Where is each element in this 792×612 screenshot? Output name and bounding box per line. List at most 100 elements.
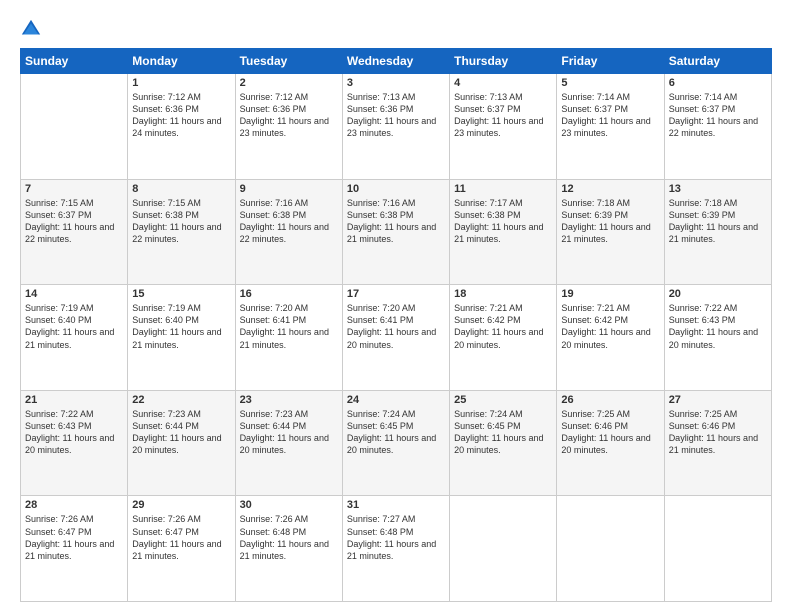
- day-info: Sunrise: 7:13 AMSunset: 6:36 PMDaylight:…: [347, 91, 445, 140]
- calendar-cell: 13 Sunrise: 7:18 AMSunset: 6:39 PMDayligh…: [664, 179, 771, 285]
- calendar-cell: 22 Sunrise: 7:23 AMSunset: 6:44 PMDayligh…: [128, 390, 235, 496]
- calendar-cell: 15 Sunrise: 7:19 AMSunset: 6:40 PMDayligh…: [128, 285, 235, 391]
- day-number: 16: [240, 288, 338, 300]
- calendar-cell: 28 Sunrise: 7:26 AMSunset: 6:47 PMDayligh…: [21, 496, 128, 602]
- day-info: Sunrise: 7:22 AMSunset: 6:43 PMDaylight:…: [669, 302, 767, 351]
- day-number: 30: [240, 499, 338, 511]
- day-number: 11: [454, 183, 552, 195]
- day-number: 12: [561, 183, 659, 195]
- calendar-cell: 11 Sunrise: 7:17 AMSunset: 6:38 PMDayligh…: [450, 179, 557, 285]
- calendar-day-header: Tuesday: [235, 49, 342, 74]
- day-info: Sunrise: 7:17 AMSunset: 6:38 PMDaylight:…: [454, 197, 552, 246]
- day-info: Sunrise: 7:23 AMSunset: 6:44 PMDaylight:…: [240, 408, 338, 457]
- page: SundayMondayTuesdayWednesdayThursdayFrid…: [0, 0, 792, 612]
- day-number: 5: [561, 77, 659, 89]
- calendar-cell: 25 Sunrise: 7:24 AMSunset: 6:45 PMDayligh…: [450, 390, 557, 496]
- day-info: Sunrise: 7:26 AMSunset: 6:47 PMDaylight:…: [132, 513, 230, 562]
- calendar-table: SundayMondayTuesdayWednesdayThursdayFrid…: [20, 48, 772, 602]
- calendar-cell: 31 Sunrise: 7:27 AMSunset: 6:48 PMDayligh…: [342, 496, 449, 602]
- calendar-cell: 18 Sunrise: 7:21 AMSunset: 6:42 PMDayligh…: [450, 285, 557, 391]
- day-number: 25: [454, 394, 552, 406]
- day-number: 24: [347, 394, 445, 406]
- calendar-header-row: SundayMondayTuesdayWednesdayThursdayFrid…: [21, 49, 772, 74]
- day-info: Sunrise: 7:23 AMSunset: 6:44 PMDaylight:…: [132, 408, 230, 457]
- calendar-cell: 23 Sunrise: 7:23 AMSunset: 6:44 PMDayligh…: [235, 390, 342, 496]
- day-number: 26: [561, 394, 659, 406]
- calendar-day-header: Thursday: [450, 49, 557, 74]
- day-number: 22: [132, 394, 230, 406]
- day-info: Sunrise: 7:21 AMSunset: 6:42 PMDaylight:…: [454, 302, 552, 351]
- calendar-cell: 20 Sunrise: 7:22 AMSunset: 6:43 PMDayligh…: [664, 285, 771, 391]
- calendar-day-header: Saturday: [664, 49, 771, 74]
- calendar-cell: 2 Sunrise: 7:12 AMSunset: 6:36 PMDaylight…: [235, 74, 342, 180]
- calendar-cell: 24 Sunrise: 7:24 AMSunset: 6:45 PMDayligh…: [342, 390, 449, 496]
- day-info: Sunrise: 7:15 AMSunset: 6:37 PMDaylight:…: [25, 197, 123, 246]
- calendar-cell: 29 Sunrise: 7:26 AMSunset: 6:47 PMDayligh…: [128, 496, 235, 602]
- calendar-cell: [557, 496, 664, 602]
- calendar-cell: 27 Sunrise: 7:25 AMSunset: 6:46 PMDayligh…: [664, 390, 771, 496]
- day-number: 19: [561, 288, 659, 300]
- day-number: 23: [240, 394, 338, 406]
- calendar-week-row: 14Sunrise: 7:19 AMSunset: 6:40 PMDayligh…: [21, 285, 772, 391]
- calendar-cell: 21 Sunrise: 7:22 AMSunset: 6:43 PMDayligh…: [21, 390, 128, 496]
- day-info: Sunrise: 7:27 AMSunset: 6:48 PMDaylight:…: [347, 513, 445, 562]
- calendar-cell: 3 Sunrise: 7:13 AMSunset: 6:36 PMDaylight…: [342, 74, 449, 180]
- calendar-cell: 1Sunrise: 7:12 AMSunset: 6:36 PMDaylight…: [128, 74, 235, 180]
- calendar-week-row: 21 Sunrise: 7:22 AMSunset: 6:43 PMDayligh…: [21, 390, 772, 496]
- calendar-cell: 7 Sunrise: 7:15 AMSunset: 6:37 PMDaylight…: [21, 179, 128, 285]
- day-info: Sunrise: 7:19 AMSunset: 6:40 PMDaylight:…: [25, 302, 123, 351]
- day-info: Sunrise: 7:24 AMSunset: 6:45 PMDaylight:…: [347, 408, 445, 457]
- day-info: Sunrise: 7:25 AMSunset: 6:46 PMDaylight:…: [669, 408, 767, 457]
- day-number: 21: [25, 394, 123, 406]
- day-number: 7: [25, 183, 123, 195]
- calendar-cell: 19 Sunrise: 7:21 AMSunset: 6:42 PMDayligh…: [557, 285, 664, 391]
- day-info: Sunrise: 7:15 AMSunset: 6:38 PMDaylight:…: [132, 197, 230, 246]
- calendar-cell: 30 Sunrise: 7:26 AMSunset: 6:48 PMDayligh…: [235, 496, 342, 602]
- day-number: 1: [132, 77, 230, 89]
- calendar-cell: 26 Sunrise: 7:25 AMSunset: 6:46 PMDayligh…: [557, 390, 664, 496]
- calendar-cell: [450, 496, 557, 602]
- calendar-cell: 4 Sunrise: 7:13 AMSunset: 6:37 PMDaylight…: [450, 74, 557, 180]
- day-info: Sunrise: 7:24 AMSunset: 6:45 PMDaylight:…: [454, 408, 552, 457]
- calendar-cell: 5Sunrise: 7:14 AMSunset: 6:37 PMDaylight…: [557, 74, 664, 180]
- day-number: 9: [240, 183, 338, 195]
- day-number: 8: [132, 183, 230, 195]
- day-info: Sunrise: 7:25 AMSunset: 6:46 PMDaylight:…: [561, 408, 659, 457]
- day-info: Sunrise: 7:19 AMSunset: 6:40 PMDaylight:…: [132, 302, 230, 351]
- day-number: 17: [347, 288, 445, 300]
- day-info: Sunrise: 7:26 AMSunset: 6:48 PMDaylight:…: [240, 513, 338, 562]
- day-number: 10: [347, 183, 445, 195]
- calendar-day-header: Sunday: [21, 49, 128, 74]
- day-number: 20: [669, 288, 767, 300]
- calendar-cell: 17Sunrise: 7:20 AMSunset: 6:41 PMDayligh…: [342, 285, 449, 391]
- day-info: Sunrise: 7:13 AMSunset: 6:37 PMDaylight:…: [454, 91, 552, 140]
- day-number: 27: [669, 394, 767, 406]
- day-number: 31: [347, 499, 445, 511]
- day-number: 3: [347, 77, 445, 89]
- logo-icon: [20, 18, 42, 40]
- day-number: 29: [132, 499, 230, 511]
- calendar-day-header: Friday: [557, 49, 664, 74]
- day-info: Sunrise: 7:21 AMSunset: 6:42 PMDaylight:…: [561, 302, 659, 351]
- day-number: 6: [669, 77, 767, 89]
- calendar-cell: [664, 496, 771, 602]
- calendar-cell: 14Sunrise: 7:19 AMSunset: 6:40 PMDayligh…: [21, 285, 128, 391]
- day-number: 4: [454, 77, 552, 89]
- day-info: Sunrise: 7:22 AMSunset: 6:43 PMDaylight:…: [25, 408, 123, 457]
- day-info: Sunrise: 7:18 AMSunset: 6:39 PMDaylight:…: [669, 197, 767, 246]
- day-info: Sunrise: 7:12 AMSunset: 6:36 PMDaylight:…: [240, 91, 338, 140]
- logo: [20, 18, 46, 40]
- calendar-cell: [21, 74, 128, 180]
- day-info: Sunrise: 7:14 AMSunset: 6:37 PMDaylight:…: [669, 91, 767, 140]
- calendar-cell: 8 Sunrise: 7:15 AMSunset: 6:38 PMDaylight…: [128, 179, 235, 285]
- day-number: 18: [454, 288, 552, 300]
- calendar-week-row: 1 Sunrise: 7:12 AMSunset: 6:36 PMDaylight…: [21, 74, 772, 180]
- header: [20, 18, 772, 40]
- day-number: 2: [240, 77, 338, 89]
- calendar-day-header: Monday: [128, 49, 235, 74]
- day-info: Sunrise: 7:26 AMSunset: 6:47 PMDaylight:…: [25, 513, 123, 562]
- day-number: 15: [132, 288, 230, 300]
- calendar-cell: 10Sunrise: 7:16 AMSunset: 6:38 PMDayligh…: [342, 179, 449, 285]
- day-number: 13: [669, 183, 767, 195]
- day-number: 28: [25, 499, 123, 511]
